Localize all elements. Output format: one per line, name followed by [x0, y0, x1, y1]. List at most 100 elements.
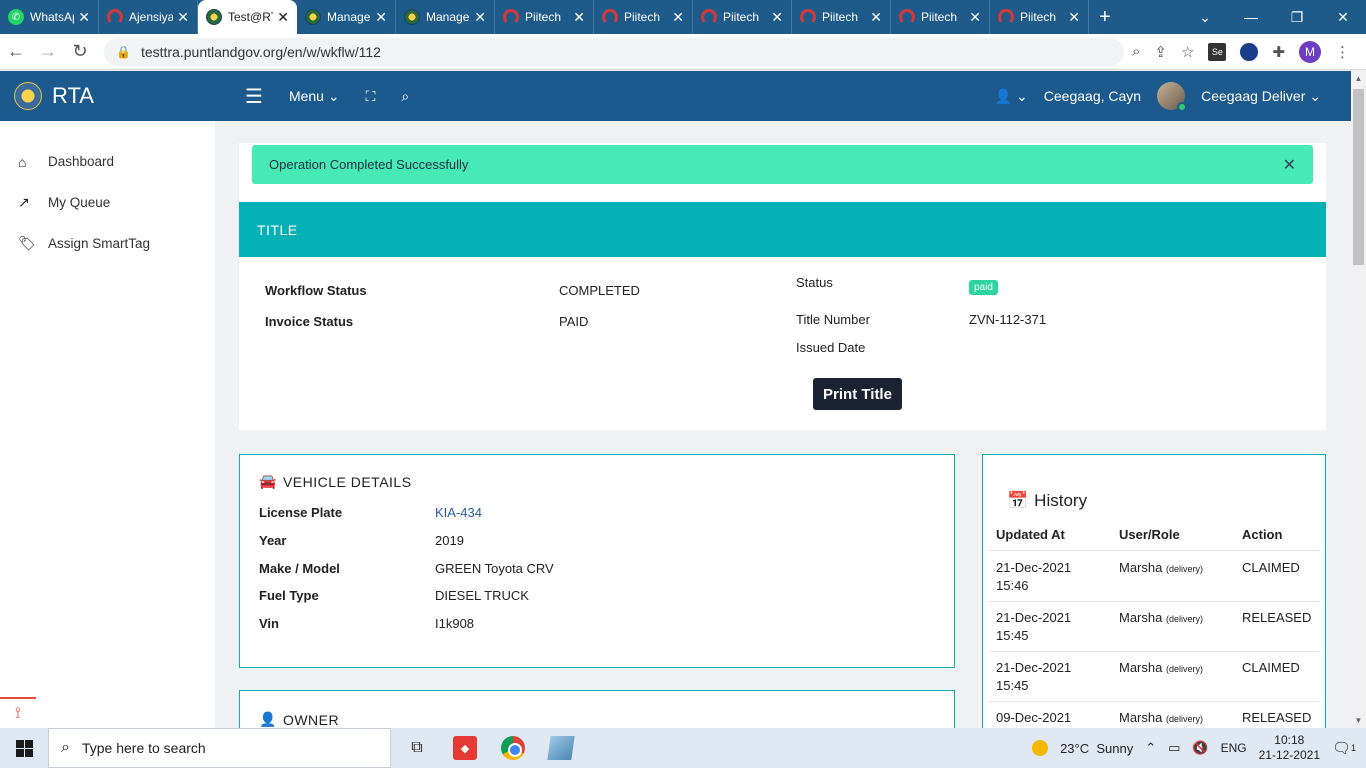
role-dropdown[interactable]: Ceegaag Deliver ⌄: [1201, 88, 1321, 105]
user-dropdown[interactable]: 👤 ⌄: [995, 88, 1028, 105]
tab-close-icon[interactable]: ✕: [969, 9, 981, 26]
volume-muted-icon[interactable]: 🔇: [1192, 740, 1208, 756]
new-tab-button[interactable]: +: [1099, 0, 1111, 34]
zoom-icon[interactable]: ⌕: [1132, 43, 1140, 60]
history-date: 21-Dec-2021 15:46: [996, 560, 1072, 593]
close-icon[interactable]: ✕: [1283, 155, 1296, 175]
owner-heading-text: OWNER: [282, 711, 340, 728]
anydesk-icon[interactable]: ◆: [453, 736, 477, 760]
history-user: Marsha (delivery): [1119, 610, 1203, 625]
back-button[interactable]: ←: [0, 41, 32, 62]
tray-chevron-up-icon[interactable]: ⌃: [1145, 740, 1156, 756]
bookmark-star-icon[interactable]: ☆: [1181, 43, 1194, 61]
taskbar: ⌕ Type here to search ⧉ ◆ 23°C Sunny ⌃ ▭…: [0, 728, 1366, 768]
weather-sun-icon: [1032, 740, 1049, 756]
browser-toolbar: ← → ↻ 🔒 testtra.puntlandgov.org/en/w/wkf…: [0, 34, 1366, 70]
history-action: RELEASED: [1242, 610, 1312, 625]
browser-tab[interactable]: Manage ✕: [396, 0, 495, 34]
menu-dropdown[interactable]: Menu ⌄: [289, 88, 340, 105]
fuel-type-label: Fuel Type: [259, 588, 319, 603]
profile-avatar[interactable]: M: [1299, 40, 1321, 63]
emblem-logo: [14, 82, 42, 110]
print-title-button[interactable]: Print Title: [813, 378, 902, 410]
browser-tab[interactable]: Ajensiyada✕: [99, 0, 198, 34]
system-clock[interactable]: 10:18 21-12-2021: [1259, 733, 1320, 763]
hamburger-icon[interactable]: ☰: [245, 84, 263, 109]
reload-button[interactable]: ↻: [64, 41, 96, 62]
history-user: Marsha (delivery): [1119, 560, 1203, 575]
extensions-puzzle-icon[interactable]: ✚: [1272, 43, 1285, 61]
browser-tab[interactable]: Manage ✕: [297, 0, 396, 34]
forward-button[interactable]: →: [32, 41, 64, 62]
browser-tab[interactable]: Piitech ✕: [693, 0, 792, 34]
sidebar-item-my-queue[interactable]: ↗ My Queue: [0, 182, 215, 223]
weather-text[interactable]: 23°C Sunny: [1060, 741, 1133, 756]
sidebar-item-assign-smarttag[interactable]: 🏷 Assign SmartTag: [0, 223, 215, 264]
task-view-icon[interactable]: ⧉: [405, 736, 429, 760]
app-icon[interactable]: [547, 736, 575, 760]
user-name[interactable]: Ceegaag, Cayn: [1044, 88, 1141, 104]
sidebar-item-dashboard[interactable]: ⌂ Dashboard: [0, 141, 215, 182]
browser-tab[interactable]: ✆ WhatsApp ✕: [0, 0, 99, 34]
browser-tab[interactable]: Piitech ✕: [990, 0, 1089, 34]
tab-favicon-icon: [503, 9, 519, 25]
chrome-icon[interactable]: [501, 736, 525, 760]
scrollbar-thumb[interactable]: [1353, 89, 1364, 265]
title-number-label: Title Number: [796, 312, 870, 327]
year-value: 2019: [435, 533, 464, 548]
battery-icon[interactable]: ▭: [1168, 740, 1180, 756]
tab-favicon-icon: [602, 9, 618, 25]
table-divider: [989, 601, 1320, 602]
debugbar-icon[interactable]: ⟟: [0, 697, 36, 728]
browser-tab[interactable]: Test@RTA ✕: [198, 0, 297, 34]
brand-name: RTA: [52, 83, 94, 108]
notification-icon[interactable]: 🗨 1: [1332, 736, 1356, 760]
scroll-down-arrow-icon[interactable]: ▼: [1351, 716, 1366, 725]
success-alert: Operation Completed Successfully ✕: [252, 145, 1313, 184]
calendar-icon: 📅: [1007, 491, 1029, 510]
page-scrollbar[interactable]: ▲ ▼: [1351, 71, 1366, 728]
browser-tab[interactable]: Piitech ✕: [594, 0, 693, 34]
tab-close-icon[interactable]: ✕: [78, 9, 90, 26]
tab-close-icon[interactable]: ✕: [771, 9, 783, 26]
fullscreen-icon[interactable]: ⛶: [366, 88, 376, 105]
brand[interactable]: RTA: [0, 82, 215, 110]
chevron-down-icon: ⌄: [327, 87, 340, 104]
window-controls: ⌄ — ❐ ✕: [1182, 0, 1366, 34]
start-button[interactable]: [0, 739, 48, 757]
tab-close-icon[interactable]: ✕: [474, 9, 486, 26]
tab-title: Piitech: [723, 10, 760, 24]
history-date: 09-Dec-2021: [996, 710, 1072, 725]
tab-title: Piitech: [921, 10, 958, 24]
avatar[interactable]: [1157, 82, 1188, 112]
tab-close-icon[interactable]: ✕: [870, 9, 882, 26]
tags-icon: 🏷: [18, 235, 36, 251]
url-text: testtra.puntlandgov.org/en/w/wkflw/112: [140, 43, 381, 60]
license-plate-link[interactable]: KIA-434: [435, 505, 482, 520]
browser-tab[interactable]: Piitech ✕: [495, 0, 594, 34]
year-label: Year: [259, 533, 287, 548]
maximize-button[interactable]: ❐: [1274, 9, 1320, 26]
browser-tab[interactable]: Piitech ✕: [891, 0, 990, 34]
language-indicator[interactable]: ENG: [1221, 741, 1247, 755]
address-bar[interactable]: 🔒 testtra.puntlandgov.org/en/w/wkflw/112: [104, 37, 1124, 66]
tab-close-icon[interactable]: ✕: [573, 9, 585, 26]
tab-close-icon[interactable]: ✕: [375, 9, 387, 26]
browser-tab[interactable]: Piitech ✕: [792, 0, 891, 34]
tab-close-icon[interactable]: ✕: [177, 9, 189, 26]
scroll-up-arrow-icon[interactable]: ▲: [1351, 74, 1366, 83]
minimize-button[interactable]: —: [1228, 9, 1274, 25]
browser-menu-icon[interactable]: ⋮: [1335, 43, 1350, 61]
tab-search-icon[interactable]: ⌄: [1182, 9, 1228, 26]
selenium-extension-icon[interactable]: Se: [1208, 42, 1227, 61]
close-window-button[interactable]: ✕: [1320, 9, 1366, 26]
share-icon[interactable]: ⇪: [1154, 43, 1167, 61]
search-icon[interactable]: ⌕: [401, 88, 409, 105]
tab-close-icon[interactable]: ✕: [1068, 9, 1080, 26]
tab-title: Manage: [327, 10, 371, 24]
taskbar-search-input[interactable]: ⌕ Type here to search: [48, 728, 391, 768]
extension-icon[interactable]: [1240, 42, 1259, 61]
tab-close-icon[interactable]: ✕: [277, 9, 289, 26]
tab-close-icon[interactable]: ✕: [672, 9, 684, 26]
user-icon: 👤: [994, 87, 1013, 104]
